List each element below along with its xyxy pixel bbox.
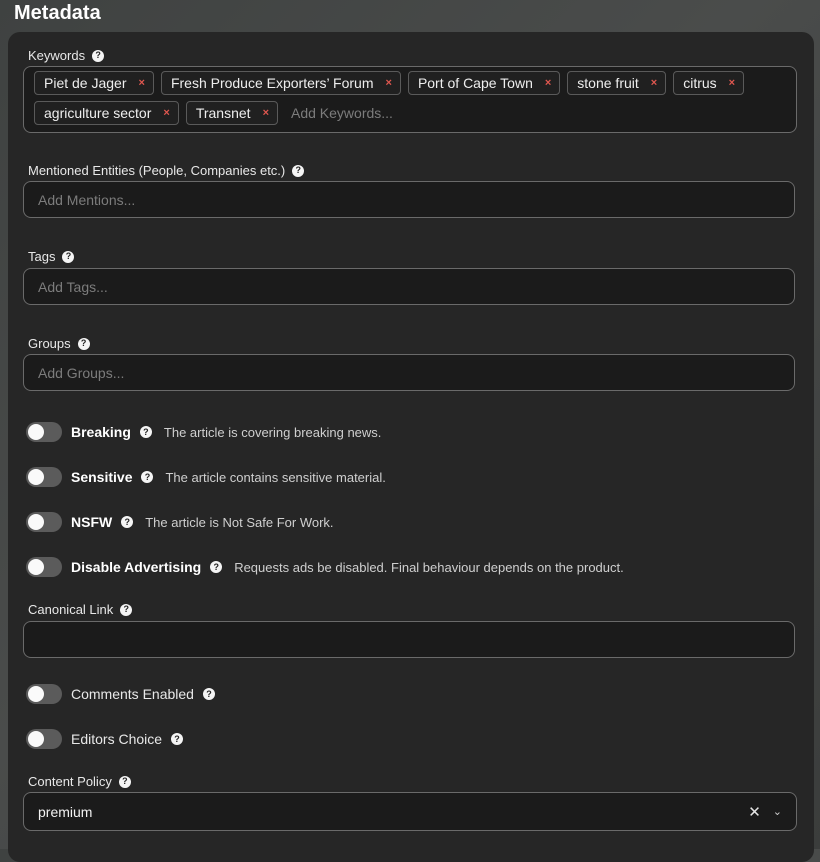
breaking-description: The article is covering breaking news. <box>163 424 382 440</box>
remove-keyword-icon[interactable]: × <box>545 77 551 89</box>
tags-placeholder: Add Tags... <box>38 278 108 295</box>
keyword-chip-label: Transnet <box>195 105 251 121</box>
keyword-chip-label: stone fruit <box>577 75 639 91</box>
groups-label: Groups ? <box>28 336 90 351</box>
disable-advertising-row: Disable Advertising ? Requests ads be di… <box>26 557 624 577</box>
content-policy-label: Content Policy ? <box>28 774 131 789</box>
disable-advertising-label: Disable Advertising <box>71 559 202 575</box>
keyword-chip-label: Port of Cape Town <box>417 75 533 91</box>
keywords-field[interactable]: Piet de Jager × Fresh Produce Exporters’ F… <box>23 66 797 133</box>
help-icon[interactable]: ? <box>202 688 215 700</box>
help-icon[interactable]: ? <box>120 603 133 616</box>
breaking-label: Breaking <box>71 424 131 440</box>
comments-enabled-row: Comments Enabled ? <box>26 684 215 704</box>
nsfw-toggle[interactable] <box>26 512 62 532</box>
comments-enabled-label: Comments Enabled <box>71 686 194 702</box>
tags-label: Tags ? <box>28 249 75 264</box>
toggle-knob <box>28 559 44 575</box>
remove-keyword-icon[interactable]: × <box>139 77 145 89</box>
sensitive-description: The article contains sensitive material. <box>165 469 386 485</box>
toggle-knob <box>28 731 44 747</box>
page-title: Metadata <box>14 2 101 24</box>
keywords-input[interactable]: Add Keywords... <box>291 105 393 121</box>
toggle-knob <box>28 686 44 702</box>
mentions-label: Mentioned Entities (People, Companies et… <box>28 163 305 178</box>
keyword-chip-label: Piet de Jager <box>44 75 127 91</box>
canonical-link-input[interactable] <box>23 621 795 658</box>
remove-keyword-icon[interactable]: × <box>263 107 269 119</box>
help-icon[interactable]: ? <box>62 250 75 263</box>
mentions-input[interactable]: Add Mentions... <box>23 181 795 218</box>
keyword-chip-label: agriculture sector <box>44 105 152 121</box>
keywords-label: Keywords ? <box>28 48 105 63</box>
disable-advertising-description: Requests ads be disabled. Final behaviou… <box>234 559 624 575</box>
chevron-down-icon[interactable]: ⌄ <box>773 805 782 818</box>
disable-advertising-toggle[interactable] <box>26 557 62 577</box>
editors-choice-label: Editors Choice <box>71 731 163 747</box>
breaking-row: Breaking ? The article is covering break… <box>26 422 381 442</box>
remove-keyword-icon[interactable]: × <box>729 77 735 89</box>
help-icon[interactable]: ? <box>141 471 154 483</box>
sensitive-row: Sensitive ? The article contains sensiti… <box>26 467 386 487</box>
nsfw-label: NSFW <box>71 514 113 530</box>
sensitive-toggle[interactable] <box>26 467 62 487</box>
keyword-chip: Port of Cape Town × <box>407 71 561 95</box>
help-icon[interactable]: ? <box>139 426 152 438</box>
toggle-knob <box>28 469 44 485</box>
keyword-chip-label: citrus <box>683 75 717 91</box>
mentions-placeholder: Add Mentions... <box>38 191 136 208</box>
help-icon[interactable]: ? <box>77 337 90 350</box>
keyword-chip: Piet de Jager × <box>34 71 154 95</box>
nsfw-description: The article is Not Safe For Work. <box>145 514 334 530</box>
comments-enabled-toggle[interactable] <box>26 684 62 704</box>
groups-placeholder: Add Groups... <box>38 364 125 381</box>
content-policy-value: premium <box>38 803 93 820</box>
keyword-chip-list: Piet de Jager × Fresh Produce Exporters’ F… <box>34 71 786 125</box>
remove-keyword-icon[interactable]: × <box>163 107 169 119</box>
help-icon[interactable]: ? <box>118 775 131 788</box>
help-icon[interactable]: ? <box>292 164 305 177</box>
keyword-chip: Transnet × <box>185 101 278 125</box>
content-policy-select[interactable]: premium ✕ ⌄ <box>23 792 797 831</box>
keyword-chip: Fresh Produce Exporters’ Forum × <box>160 71 401 95</box>
groups-input[interactable]: Add Groups... <box>23 354 795 391</box>
keyword-chip: citrus × <box>673 71 745 95</box>
help-icon[interactable]: ? <box>171 733 184 745</box>
keyword-chip-label: Fresh Produce Exporters’ Forum <box>170 75 374 91</box>
editors-choice-row: Editors Choice ? <box>26 729 184 749</box>
canonical-link-label: Canonical Link ? <box>28 602 133 617</box>
nsfw-row: NSFW ? The article is Not Safe For Work. <box>26 512 334 532</box>
remove-keyword-icon[interactable]: × <box>386 77 392 89</box>
toggle-knob <box>28 424 44 440</box>
clear-icon[interactable]: ✕ <box>748 803 761 821</box>
sensitive-label: Sensitive <box>71 469 133 485</box>
toggle-knob <box>28 514 44 530</box>
metadata-panel: Keywords ? Piet de Jager × Fresh Produce E… <box>8 32 814 862</box>
help-icon[interactable]: ? <box>121 516 134 528</box>
tags-input[interactable]: Add Tags... <box>23 268 795 305</box>
keyword-chip: stone fruit × <box>567 71 667 95</box>
breaking-toggle[interactable] <box>26 422 62 442</box>
editors-choice-toggle[interactable] <box>26 729 62 749</box>
help-icon[interactable]: ? <box>210 561 223 573</box>
keyword-chip: agriculture sector × <box>34 101 179 125</box>
help-icon[interactable]: ? <box>92 49 105 62</box>
remove-keyword-icon[interactable]: × <box>651 77 657 89</box>
